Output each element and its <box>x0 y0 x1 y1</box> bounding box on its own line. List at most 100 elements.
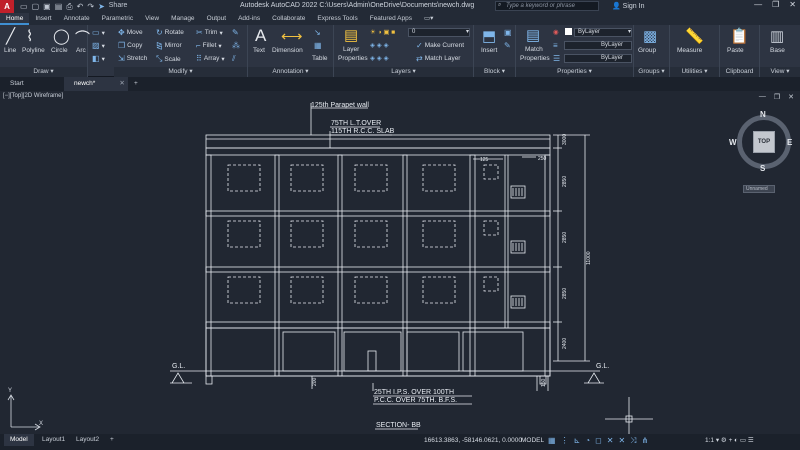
circle-icon[interactable]: ◯ <box>53 27 70 45</box>
hatch-icon[interactable]: ▨ ▾ <box>92 41 105 50</box>
mirror-button[interactable]: ⧎ Mirror <box>156 41 182 50</box>
tab-view[interactable]: View <box>139 13 165 25</box>
line-button[interactable]: Line <box>4 47 16 54</box>
tab-parametric[interactable]: Parametric <box>96 13 139 25</box>
share-button[interactable]: Share <box>109 2 128 12</box>
leader-icon[interactable]: ↘ <box>314 28 321 37</box>
tab-express-tools[interactable]: Express Tools <box>311 13 363 25</box>
array-button[interactable]: ⠿ Array ▾ <box>196 54 225 63</box>
model-space-toggle[interactable]: MODEL <box>521 435 544 447</box>
text-icon[interactable]: A <box>255 26 266 46</box>
layer-properties-icon[interactable]: ▤ <box>344 26 358 44</box>
tab-manage[interactable]: Manage <box>165 13 201 25</box>
customize-icon[interactable]: ☰ <box>748 437 754 444</box>
color-wheel-icon[interactable]: ◉ <box>553 28 559 36</box>
scale-button[interactable]: ⤡ Scale <box>156 54 181 64</box>
add-layout-icon[interactable]: + <box>104 434 120 446</box>
osnap-icon[interactable]: ◻ <box>595 435 602 447</box>
text-button[interactable]: Text <box>253 47 265 54</box>
rotate-button[interactable]: ↻ Rotate <box>156 28 184 37</box>
copy-button[interactable]: ❐ Copy <box>118 41 142 50</box>
match-properties-button[interactable]: Match <box>525 46 543 53</box>
plot-icon[interactable]: ⎙ <box>66 2 72 12</box>
tab-home[interactable]: Home <box>0 13 30 25</box>
polar-icon[interactable]: ◔ <box>585 435 590 447</box>
redo-icon[interactable]: ↷ <box>87 2 94 12</box>
new-tab-button[interactable]: + <box>128 77 144 91</box>
lineweight-toggle-icon[interactable]: ✕ <box>618 435 625 447</box>
gradient-icon[interactable]: ◧ ▾ <box>92 54 105 63</box>
viewcube[interactable]: TOP N S E W <box>729 110 795 173</box>
open-icon[interactable]: ▢ <box>32 2 40 12</box>
layer-tools-row1[interactable]: ◈ ◈ ◈ <box>370 41 389 49</box>
match-properties-icon[interactable]: ▤ <box>526 26 540 44</box>
annotation-scale[interactable]: 1:1 ▾ ⚙ + ◐ ▭ ☰ <box>705 435 754 447</box>
insert-button[interactable]: Insert <box>481 47 497 54</box>
plus-icon[interactable]: + <box>729 437 733 444</box>
create-block-icon[interactable]: ▣ <box>504 28 512 37</box>
close-icon[interactable]: ✕ <box>789 0 796 9</box>
trim-button[interactable]: ✂ Trim ▾ <box>196 28 223 37</box>
save-icon[interactable]: ▣ <box>43 2 51 12</box>
tab-featured-apps[interactable]: Featured Apps <box>364 13 418 25</box>
close-tab-icon[interactable]: ✕ <box>119 80 124 87</box>
lineweight-dropdown[interactable]: ByLayer <box>564 54 632 63</box>
rectangle-icon[interactable]: ▭ ▾ <box>92 28 105 37</box>
group-icon[interactable]: ▩ <box>643 27 657 45</box>
move-button[interactable]: ✥ Move <box>118 28 143 37</box>
tab-insert[interactable]: Insert <box>29 13 57 25</box>
layout2-tab[interactable]: Layout2 <box>70 434 105 446</box>
layers-panel-label[interactable]: Layers ▾ <box>334 67 473 77</box>
modify-panel-label[interactable]: Modify ▾ <box>114 67 247 77</box>
annotation-panel-label[interactable]: Annotation ▾ <box>248 67 333 77</box>
paste-button[interactable]: Paste <box>727 47 744 54</box>
explode-icon[interactable]: ⁂ <box>232 41 240 50</box>
tab-add-ins[interactable]: Add-ins <box>232 13 266 25</box>
insert-block-icon[interactable]: ⬒ <box>482 27 496 45</box>
color-dropdown[interactable]: ByLayer ▾ <box>574 28 632 37</box>
edit-block-icon[interactable]: ✎ <box>504 41 511 50</box>
layer-dropdown[interactable]: 0 ▾ <box>408 28 470 37</box>
tab-annotate[interactable]: Annotate <box>58 13 96 25</box>
tab-output[interactable]: Output <box>201 13 233 25</box>
tab-collaborate[interactable]: Collaborate <box>266 13 311 25</box>
measure-icon[interactable]: 📏 <box>685 27 704 45</box>
fillet-button[interactable]: ⌐ Fillet ▾ <box>196 41 222 50</box>
search-input[interactable]: Type a keyword or phrase <box>495 1 599 11</box>
annotation-scale-icon[interactable]: ⋔ <box>642 435 649 447</box>
group-button[interactable]: Group <box>638 47 656 54</box>
minimize-icon[interactable]: — <box>754 0 762 9</box>
isolate-icon[interactable]: ▭ <box>740 437 746 444</box>
autocad-logo-button[interactable]: A <box>0 0 14 13</box>
utilities-panel-label[interactable]: Utilities ▾ <box>670 67 719 77</box>
groups-panel-label[interactable]: Groups ▾ <box>634 67 669 77</box>
table-button[interactable]: Table <box>312 55 328 62</box>
compass-east[interactable]: E <box>787 138 792 147</box>
drawing-tab[interactable]: newch* ✕ <box>64 77 128 91</box>
paste-icon[interactable]: 📋 <box>730 27 749 45</box>
model-tab[interactable]: Model <box>4 434 34 446</box>
ortho-icon[interactable]: ⊾ <box>574 435 581 447</box>
offset-icon[interactable]: ⫽ <box>232 54 236 64</box>
wcs-menu[interactable]: Unnamed <box>743 185 775 193</box>
polyline-icon[interactable]: ⌇ <box>26 27 33 45</box>
snap-icon[interactable]: ⋮ <box>561 435 569 447</box>
stretch-button[interactable]: ⇲ Stretch <box>118 54 147 63</box>
erase-icon[interactable]: ✎ <box>232 28 239 37</box>
compass-north[interactable]: N <box>760 110 766 119</box>
coordinate-readout[interactable]: 16613.3863, -58146.0621, 0.0000 <box>424 435 522 447</box>
draw-panel-label[interactable]: Draw ▾ <box>0 67 87 77</box>
block-panel-label[interactable]: Block ▾ <box>474 67 515 77</box>
drawing-canvas[interactable]: [−][Top][2D Wireframe] — ❐ ✕ 125th Parap… <box>0 91 800 434</box>
compass-south[interactable]: S <box>760 164 765 173</box>
measure-button[interactable]: Measure <box>677 47 702 54</box>
circle-button[interactable]: Circle <box>51 47 68 54</box>
maximize-icon[interactable]: ❐ <box>772 0 779 9</box>
view-panel-label[interactable]: View ▾ <box>760 67 800 77</box>
base-button[interactable]: Base <box>770 47 785 54</box>
viewcube-top-face[interactable]: TOP <box>753 131 775 153</box>
layer-properties-button[interactable]: Layer <box>343 46 359 53</box>
line-icon[interactable]: ╱ <box>6 27 15 45</box>
grid-icon[interactable]: ▦ <box>548 435 556 447</box>
otrack-icon[interactable]: ✕ <box>607 435 614 447</box>
